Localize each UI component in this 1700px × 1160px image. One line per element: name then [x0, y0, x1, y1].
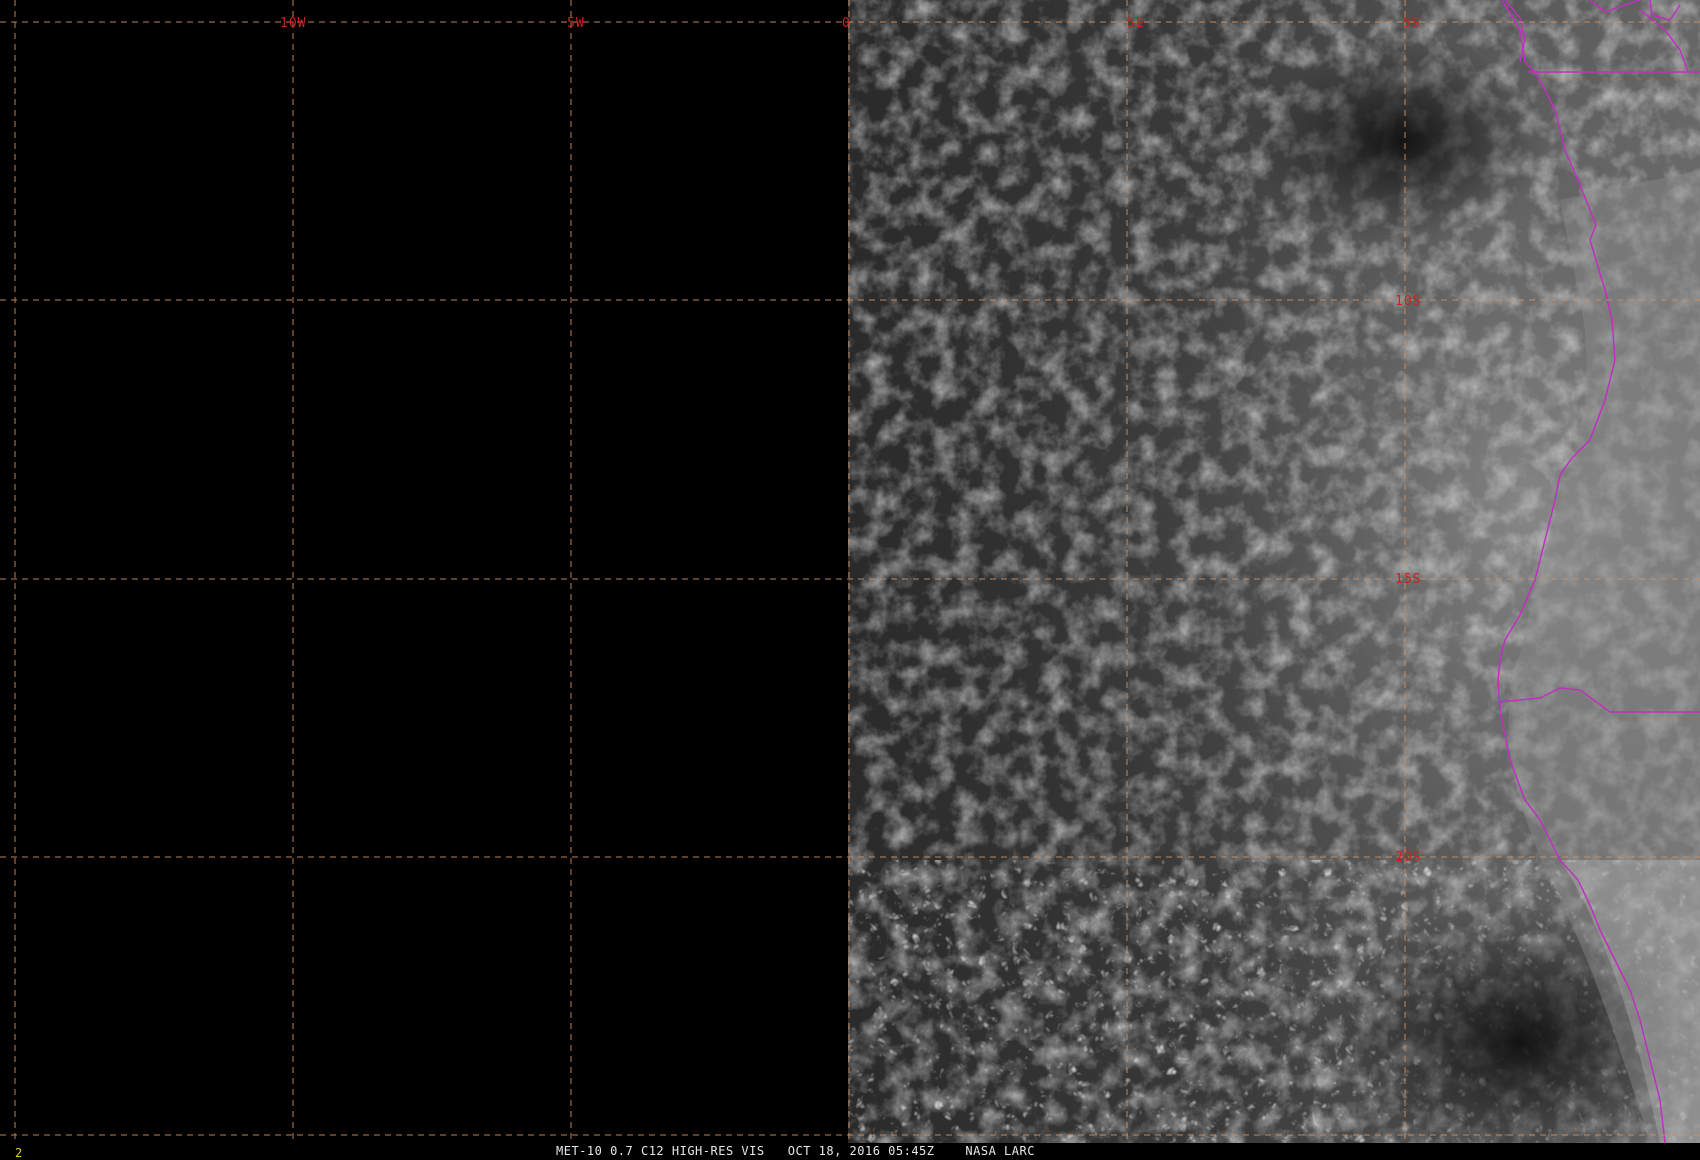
satellite-viewer: 10W 5W 0 5E 5S 10S 15S 20S 2 MET-10 0.7 …	[0, 0, 1700, 1160]
lon-label-10w: 10W	[280, 16, 306, 31]
day-imagery	[848, 0, 1700, 1143]
lon-label-5e: 5E	[1127, 16, 1145, 31]
lon-label-5w: 5W	[567, 16, 585, 31]
satellite-image: 10W 5W 0 5E 5S 10S 15S 20S	[0, 0, 1700, 1143]
frame-number: 2	[15, 1146, 23, 1160]
lon-label-5s: 5S	[1403, 16, 1421, 31]
lat-label-20s: 20S	[1395, 850, 1421, 865]
lat-label-10s: 10S	[1395, 294, 1421, 309]
lat-label-15s: 15S	[1395, 572, 1421, 587]
image-caption: MET-10 0.7 C12 HIGH-RES VIS OCT 18, 2016…	[556, 1144, 1035, 1158]
lon-label-0: 0	[842, 16, 851, 31]
